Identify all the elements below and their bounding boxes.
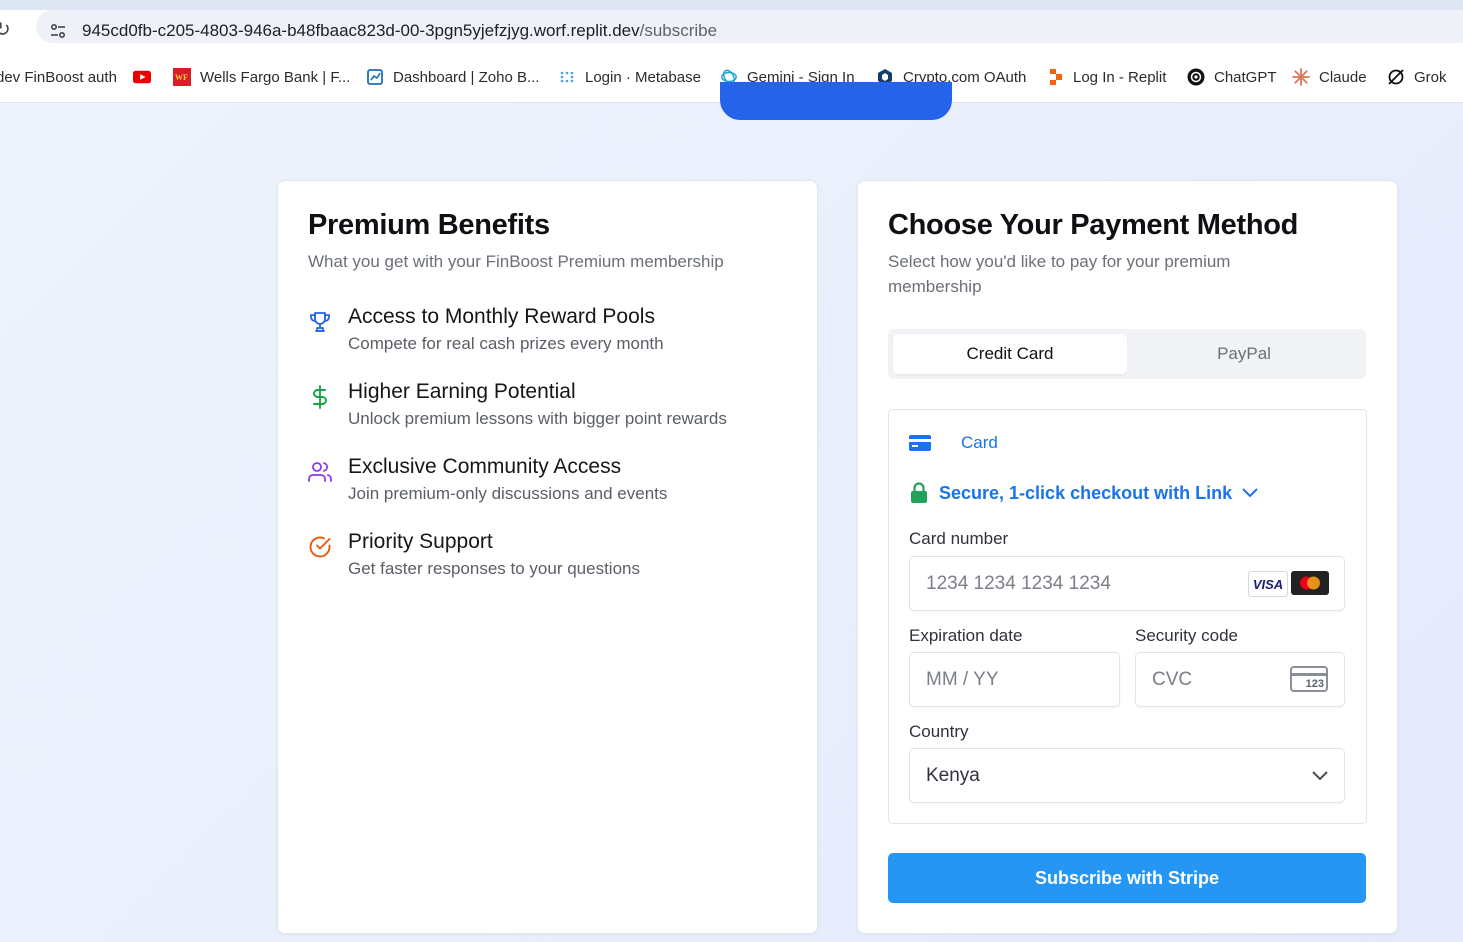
benefits-card — [277, 180, 818, 934]
bookmark-replit[interactable]: Log In - Replit — [1046, 67, 1166, 87]
trophy-icon — [310, 312, 330, 332]
check-circle-icon — [309, 536, 331, 558]
bookmark-chatgpt[interactable]: ChatGPT — [1187, 67, 1277, 87]
benefits-subtitle: What you get with your FinBoost Premium … — [308, 252, 724, 271]
claude-icon — [1292, 68, 1310, 86]
cvc-card-icon: 123 — [1290, 666, 1328, 692]
cvc-label: Security code — [1135, 626, 1238, 645]
credit-card-icon — [909, 435, 931, 451]
mastercard-icon — [1291, 571, 1329, 595]
tab-paypal[interactable]: PayPal — [1127, 334, 1361, 374]
tab-credit-card[interactable]: Credit Card — [893, 334, 1127, 374]
subscribe-with-stripe-button[interactable]: Subscribe with Stripe — [888, 853, 1366, 903]
payment-tabs: Credit Card PayPal — [888, 329, 1366, 379]
tab-strip — [0, 0, 1463, 10]
country-select[interactable]: Kenya — [909, 748, 1345, 803]
top-primary-button[interactable] — [720, 82, 952, 120]
url-text[interactable]: 945cd0fb-c205-4803-946a-b48fbaac823d-00-… — [82, 21, 717, 41]
bookmark-label: Grok — [1414, 68, 1447, 86]
expiry-input[interactable]: MM / YY — [909, 652, 1120, 707]
reload-icon[interactable]: ↻ — [0, 17, 11, 42]
payment-subtitle-line1: Select how you'd like to pay for your pr… — [888, 252, 1231, 271]
lock-icon — [911, 482, 927, 503]
dollar-icon — [313, 385, 327, 409]
cvc-input[interactable]: CVC 123 — [1135, 652, 1345, 707]
benefit-desc: Unlock premium lessons with bigger point… — [348, 409, 727, 428]
replit-icon — [1046, 68, 1064, 86]
bookmark-label: Login · Metabase — [585, 68, 701, 86]
zoho-icon — [366, 68, 384, 86]
payment-method-label: Card — [961, 433, 998, 452]
card-number-placeholder: 1234 1234 1234 1234 — [926, 573, 1111, 594]
chatgpt-icon — [1187, 68, 1205, 86]
bookmark-label: Wells Fargo Bank | F... — [200, 68, 351, 86]
expiry-placeholder: MM / YY — [926, 669, 999, 690]
payment-subtitle-line2: membership — [888, 277, 982, 296]
metabase-icon — [558, 68, 576, 86]
chevron-down-icon — [1242, 488, 1258, 498]
cvc-placeholder: CVC — [1152, 669, 1193, 690]
bookmark-zoho[interactable]: Dashboard | Zoho B... — [366, 67, 539, 87]
site-settings-icon[interactable] — [48, 21, 68, 41]
bookmark-label: Dashboard | Zoho B... — [393, 68, 540, 86]
bookmark-grok[interactable]: Grok — [1387, 67, 1447, 87]
bookmark-label: ChatGPT — [1214, 68, 1277, 86]
chevron-down-icon — [1312, 771, 1328, 781]
benefit-title: Priority Support — [348, 530, 493, 553]
benefit-title: Access to Monthly Reward Pools — [348, 305, 655, 328]
card-number-input[interactable]: 1234 1234 1234 1234 VISA — [909, 556, 1345, 611]
benefit-title: Exclusive Community Access — [348, 455, 622, 478]
bookmark-label: dev FinBoost auth — [0, 68, 117, 86]
grok-icon — [1387, 68, 1405, 86]
payment-title: Choose Your Payment Method — [888, 209, 1299, 241]
payment-method-card[interactable]: Card — [909, 433, 998, 453]
bookmark-metabase[interactable]: Login · Metabase — [558, 67, 701, 87]
country-label: Country — [909, 722, 969, 741]
link-checkout-toggle[interactable]: Secure, 1-click checkout with Link — [909, 482, 1258, 504]
visa-icon: VISA — [1248, 571, 1288, 597]
expiry-label: Expiration date — [909, 626, 1023, 645]
wells-fargo-icon: WF — [173, 68, 191, 86]
svg-text:WF: WF — [175, 73, 188, 82]
benefit-desc: Join premium-only discussions and events — [348, 484, 668, 503]
youtube-icon — [133, 68, 151, 86]
card-number-label: Card number — [909, 529, 1009, 548]
bookmark-label: Claude — [1319, 68, 1367, 86]
benefit-title: Higher Earning Potential — [348, 380, 576, 403]
users-icon — [308, 462, 332, 482]
bookmark-youtube[interactable] — [133, 67, 160, 87]
benefits-title: Premium Benefits — [308, 209, 550, 241]
bookmark-label: Log In - Replit — [1073, 68, 1167, 86]
country-value: Kenya — [926, 765, 980, 786]
benefit-desc: Get faster responses to your questions — [348, 559, 640, 578]
bookmark-claude[interactable]: Claude — [1292, 67, 1367, 87]
link-checkout-text: Secure, 1-click checkout with Link — [939, 482, 1233, 503]
bookmark-wells-fargo[interactable]: WF Wells Fargo Bank | F... — [173, 67, 350, 87]
bookmark-item[interactable]: dev FinBoost auth — [0, 67, 117, 87]
benefit-desc: Compete for real cash prizes every month — [348, 334, 664, 353]
